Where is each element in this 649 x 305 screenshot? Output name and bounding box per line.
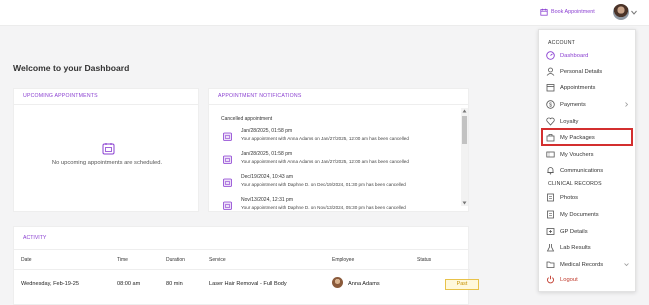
menu-item-photos[interactable]: Photos	[546, 191, 632, 204]
notifications-subheading: Cancelled appointment	[221, 116, 273, 122]
menu-item-label: Loyalty	[560, 118, 579, 125]
scroll-thumb[interactable]	[462, 116, 467, 144]
menu-item-medical-records[interactable]: Medical Records	[546, 258, 632, 271]
activity-heading: ACTIVITY	[14, 227, 468, 250]
chevron-down-icon[interactable]	[631, 10, 637, 15]
notification-item: Dec/19/2024, 10:43 am Your appointment w…	[221, 174, 457, 194]
menu-item-label: Photos	[560, 194, 579, 201]
chevron-down-icon	[624, 263, 629, 267]
highlight-box	[541, 128, 633, 146]
top-bar: Book Appointment	[0, 0, 649, 26]
menu-item-label: Medical Records	[560, 261, 604, 268]
menu-item-label: GP Details	[560, 228, 588, 235]
row-service: Laser Hair Removal - Full Body	[209, 281, 287, 287]
menu-item-personal-details[interactable]: Personal Details	[546, 65, 632, 78]
calendar-icon	[223, 201, 232, 210]
menu-item-label: My Vouchers	[560, 151, 594, 158]
flask-icon	[546, 244, 555, 252]
menu-item-logout[interactable]: Logout	[546, 273, 632, 286]
notification-date: Jan/28/2025, 01:58 pm	[241, 151, 293, 157]
notification-date: Jan/28/2025, 01:58 pm	[241, 128, 293, 134]
dollar-icon: $	[546, 100, 555, 109]
notification-date: Dec/19/2024, 10:43 am	[241, 174, 293, 180]
clinical-section-label: CLINICAL RECORDS	[548, 181, 602, 187]
user-avatar[interactable]	[613, 4, 629, 20]
notifications-heading: APPOINTMENT NOTIFICATIONS	[209, 89, 468, 105]
menu-item-lab-results[interactable]: Lab Results	[546, 241, 632, 254]
menu-item-label: Dashboard	[560, 52, 589, 59]
column-header-status: Status	[417, 257, 432, 263]
scroll-up-icon[interactable]	[462, 109, 467, 113]
menu-item-my-documents[interactable]: My Documents	[546, 208, 632, 221]
voucher-icon	[546, 151, 555, 158]
doctor-icon	[546, 228, 555, 235]
folder-icon	[546, 261, 555, 268]
chevron-right-icon	[625, 102, 629, 107]
menu-item-label: Payments	[560, 101, 586, 108]
photo-icon	[547, 193, 554, 202]
notification-message: Your appointment with Daphne D. on Dec/1…	[241, 182, 406, 187]
notification-message: Your appointment with Anna Adams on Jan/…	[241, 136, 409, 141]
menu-item-gp-details[interactable]: GP Details	[546, 225, 632, 238]
divider	[14, 269, 470, 270]
row-date: Wednesday, Feb-19-25	[21, 281, 79, 287]
menu-item-dashboard[interactable]: Dashboard	[546, 49, 632, 62]
notification-date: Nov/13/2024, 12:31 pm	[241, 197, 293, 203]
book-appointment-label: Book Appointment	[551, 9, 595, 15]
svg-text:$: $	[549, 103, 552, 109]
row-time: 08:00 am	[117, 281, 141, 287]
column-header-time: Time	[117, 257, 128, 263]
notification-item: Jan/28/2025, 01:58 pm Your appointment w…	[221, 128, 457, 148]
book-appointment-button[interactable]: Book Appointment	[540, 8, 595, 16]
menu-item-label: Lab Results	[560, 244, 591, 251]
scroll-down-icon[interactable]	[462, 201, 467, 205]
user-icon	[546, 67, 555, 76]
notifications-scrollbar[interactable]	[461, 108, 468, 206]
upcoming-appointments-card: UPCOMING APPOINTMENTS No upcoming appoin…	[13, 88, 199, 212]
menu-item-label: Personal Details	[560, 68, 603, 75]
row-duration: 80 min	[166, 281, 183, 287]
document-icon	[547, 210, 554, 219]
column-header-service: Service	[209, 257, 226, 263]
row-employee: Anna Adams	[348, 281, 380, 287]
menu-item-label: My Documents	[560, 211, 599, 218]
no-appointments-text: No upcoming appointments are scheduled.	[51, 160, 163, 166]
calendar-icon	[540, 8, 548, 16]
menu-item-appointments[interactable]: Appointments	[546, 81, 632, 94]
calendar-icon	[223, 178, 232, 187]
dashboard-icon	[546, 51, 555, 60]
appointment-notifications-card: APPOINTMENT NOTIFICATIONS Cancelled appo…	[208, 88, 469, 212]
account-dropdown-menu: ACCOUNT Dashboard Personal Details Appoi…	[538, 29, 636, 292]
notification-message: Your appointment with Anna Adams on Jan/…	[241, 159, 409, 164]
menu-item-payments[interactable]: $ Payments	[546, 98, 632, 111]
column-header-date: Date	[21, 257, 32, 263]
calendar-icon	[223, 155, 232, 164]
notification-message: Your appointment with Daphne D. on Nov/1…	[241, 205, 406, 210]
menu-item-my-vouchers[interactable]: My Vouchers	[546, 148, 632, 161]
column-header-duration: Duration	[166, 257, 185, 263]
menu-item-communications[interactable]: Communications	[546, 164, 632, 177]
menu-item-label: Appointments	[560, 84, 596, 91]
calendar-icon	[546, 84, 555, 92]
account-section-label: ACCOUNT	[548, 40, 576, 46]
upcoming-appointments-heading: UPCOMING APPOINTMENTS	[14, 89, 198, 105]
activity-card: ACTIVITY Date Time Duration Service Empl…	[13, 226, 479, 305]
calendar-icon	[223, 132, 232, 141]
column-header-employee: Employee	[332, 257, 355, 263]
power-icon	[547, 275, 554, 284]
heart-icon	[546, 117, 555, 126]
menu-item-label: Communications	[560, 167, 604, 174]
status-badge: Past	[445, 279, 479, 290]
notification-item: Nov/13/2024, 12:31 pm Your appointment w…	[221, 197, 457, 211]
page-title: Welcome to your Dashboard	[13, 63, 130, 73]
menu-item-label: Logout	[560, 276, 578, 283]
notification-item: Jan/28/2025, 01:58 pm Your appointment w…	[221, 151, 457, 171]
bell-icon	[547, 167, 554, 175]
employee-avatar	[332, 277, 343, 288]
calendar-icon	[102, 143, 115, 155]
menu-item-loyalty[interactable]: Loyalty	[546, 115, 632, 128]
